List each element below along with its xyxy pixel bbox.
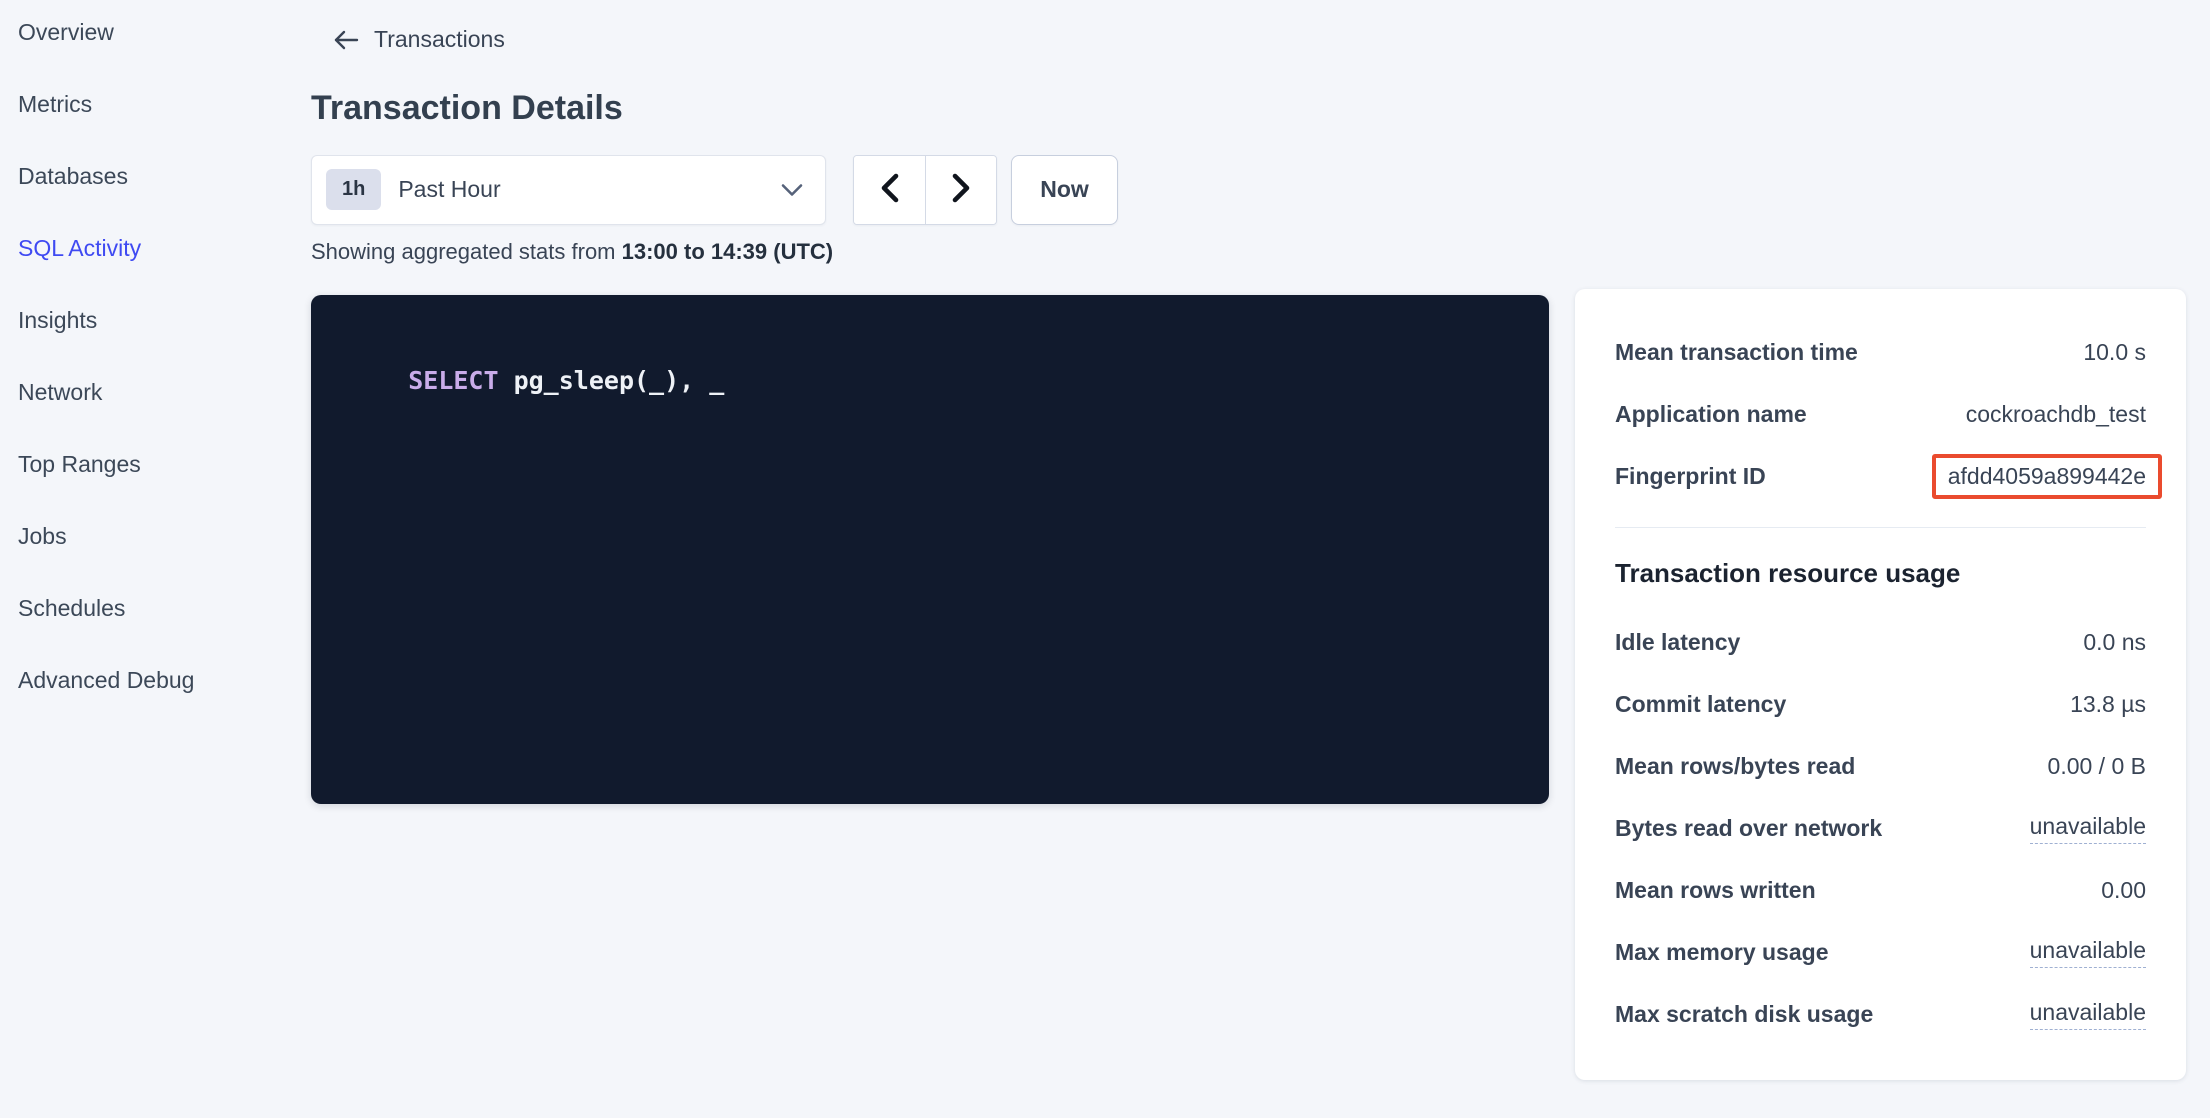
time-controls-row: 1h Past Hour <box>311 155 1556 225</box>
max-memory-usage-row: Max memory usage unavailable <box>1615 921 2146 983</box>
stats-caption-range: 13:00 to 14:39 (UTC) <box>622 239 834 264</box>
transaction-details-page: { "sidebar": { "items": [ { "label": "Ov… <box>0 0 2210 1118</box>
stats-caption-prefix: Showing aggregated stats from <box>311 239 622 264</box>
time-step-button-group <box>853 155 997 225</box>
transaction-details-card: Mean transaction time 10.0 s Application… <box>1575 289 2186 1080</box>
now-button[interactable]: Now <box>1011 155 1118 225</box>
back-link-label: Transactions <box>374 26 505 53</box>
idle-latency-row: Idle latency 0.0 ns <box>1615 611 2146 673</box>
sidebar-item-advanced-debug[interactable]: Advanced Debug <box>0 644 311 716</box>
sidebar-item-top-ranges[interactable]: Top Ranges <box>0 428 311 500</box>
fingerprint-id-highlight: afdd4059a899442e <box>1932 454 2162 499</box>
row-label: Mean rows written <box>1615 877 1816 904</box>
chevron-right-icon <box>951 173 971 206</box>
resource-usage-rows: Idle latency 0.0 ns Commit latency 13.8 … <box>1615 611 2146 1045</box>
mean-rows-bytes-read-row: Mean rows/bytes read 0.00 / 0 B <box>1615 735 2146 797</box>
unavailable-value-tooltip: unavailable <box>2030 937 2146 968</box>
row-label: Bytes read over network <box>1615 815 1882 842</box>
row-value: 0.0 ns <box>2083 629 2146 656</box>
sidebar-item-insights[interactable]: Insights <box>0 284 311 356</box>
time-range-label: Past Hour <box>398 176 500 203</box>
row-label: Mean rows/bytes read <box>1615 753 1855 780</box>
previous-interval-button[interactable] <box>854 156 925 224</box>
row-label: Max scratch disk usage <box>1615 1001 1873 1028</box>
sidebar-item-jobs[interactable]: Jobs <box>0 500 311 572</box>
row-value: 0.00 / 0 B <box>2048 753 2146 780</box>
main-content: Transactions Transaction Details 1h Past… <box>311 0 1556 804</box>
resource-usage-heading: Transaction resource usage <box>1615 558 2146 589</box>
row-value: 13.8 µs <box>2070 691 2146 718</box>
arrow-left-icon <box>333 28 359 52</box>
time-range-badge: 1h <box>326 169 381 210</box>
mean-transaction-time-row: Mean transaction time 10.0 s <box>1615 321 2146 383</box>
time-range-dropdown[interactable]: 1h Past Hour <box>311 155 826 225</box>
commit-latency-row: Commit latency 13.8 µs <box>1615 673 2146 735</box>
max-scratch-disk-usage-row: Max scratch disk usage unavailable <box>1615 983 2146 1045</box>
row-label: Mean transaction time <box>1615 339 1858 366</box>
unavailable-value-tooltip: unavailable <box>2030 999 2146 1030</box>
row-value: 10.0 s <box>2083 339 2146 366</box>
row-label: Commit latency <box>1615 691 1786 718</box>
chevron-left-icon <box>880 173 900 206</box>
sidebar-item-overview[interactable]: Overview <box>0 0 311 68</box>
row-label: Fingerprint ID <box>1615 463 1766 490</box>
next-interval-button[interactable] <box>925 156 996 224</box>
sidebar-item-network[interactable]: Network <box>0 356 311 428</box>
card-divider <box>1615 527 2146 528</box>
sidebar-item-schedules[interactable]: Schedules <box>0 572 311 644</box>
bytes-read-over-network-row: Bytes read over network unavailable <box>1615 797 2146 859</box>
sidebar-item-metrics[interactable]: Metrics <box>0 68 311 140</box>
chevron-down-icon <box>781 183 803 197</box>
row-label: Max memory usage <box>1615 939 1828 966</box>
sidebar: Overview Metrics Databases SQL Activity … <box>0 0 311 716</box>
page-title: Transaction Details <box>311 89 1556 127</box>
aggregated-stats-caption: Showing aggregated stats from 13:00 to 1… <box>311 239 1556 265</box>
row-value: cockroachdb_test <box>1966 401 2146 428</box>
row-label: Application name <box>1615 401 1807 428</box>
unavailable-value-tooltip: unavailable <box>2030 813 2146 844</box>
row-value: 0.00 <box>2101 877 2146 904</box>
sql-body: pg_sleep(_), _ <box>499 366 725 395</box>
sidebar-item-sql-activity[interactable]: SQL Activity <box>0 212 311 284</box>
application-name-row: Application name cockroachdb_test <box>1615 383 2146 445</box>
back-to-transactions-link[interactable]: Transactions <box>333 26 505 53</box>
row-label: Idle latency <box>1615 629 1740 656</box>
sql-statement-box: SELECT pg_sleep(_), _ <box>311 295 1549 804</box>
mean-rows-written-row: Mean rows written 0.00 <box>1615 859 2146 921</box>
fingerprint-id-row: Fingerprint ID afdd4059a899442e <box>1615 445 2146 507</box>
sql-keyword: SELECT <box>408 366 498 395</box>
sidebar-item-databases[interactable]: Databases <box>0 140 311 212</box>
